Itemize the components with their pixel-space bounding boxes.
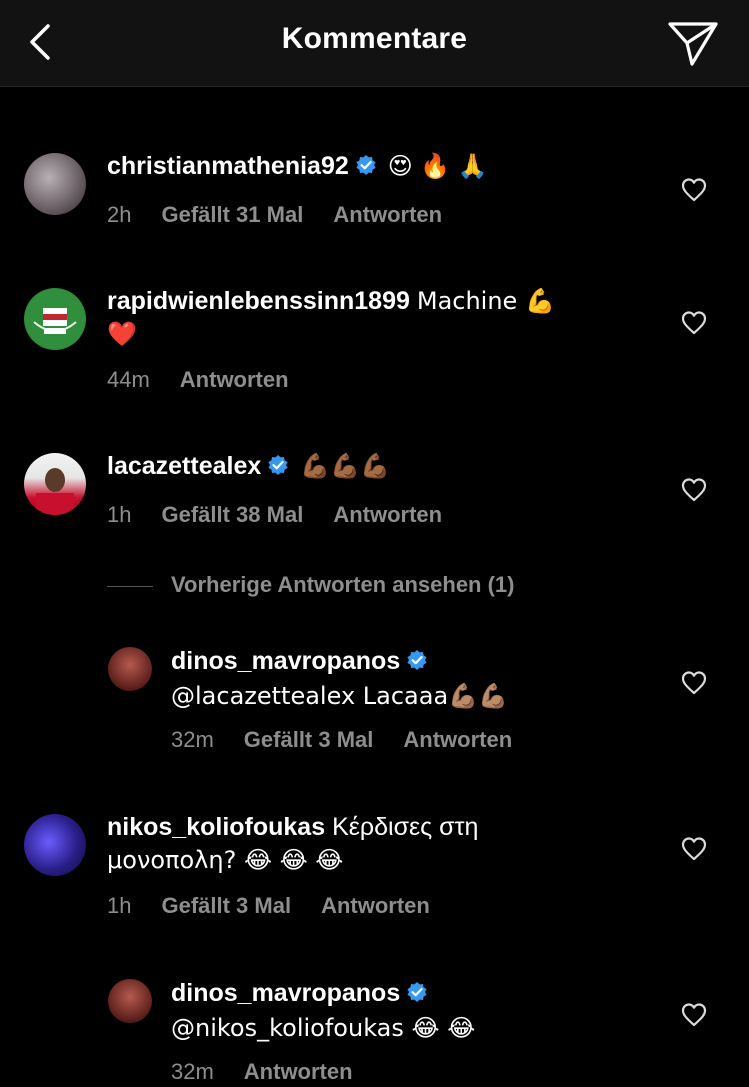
heart-icon[interactable]: [680, 476, 708, 504]
comment-username[interactable]: rapidwienlebenssinn1899: [107, 287, 410, 315]
comment-item: christianmathenia92 😍 🔥 🙏 2h Gefällt 31 M…: [0, 150, 749, 240]
comment-meta: 2h Gefällt 31 Mal Antworten: [107, 202, 472, 228]
avatar[interactable]: [108, 979, 152, 1023]
likes-count-link[interactable]: Gefällt 3 Mal: [161, 893, 291, 918]
comment-text: @nikos_koliofoukas 😂 😂: [171, 1014, 476, 1042]
comment-time: 44m: [107, 367, 150, 392]
verified-badge-icon: [406, 979, 428, 1012]
comment-time: 32m: [171, 1059, 214, 1084]
person-photo-icon: [36, 468, 74, 515]
header-bar: Kommentare: [0, 0, 749, 87]
reply-link[interactable]: Antworten: [333, 202, 442, 227]
likes-count-link[interactable]: Gefällt 38 Mal: [161, 502, 303, 527]
reply-item: dinos_mavropanos @lacazettealex Lacaaa💪🏽…: [0, 645, 749, 755]
heart-icon[interactable]: [680, 309, 708, 337]
reply-link[interactable]: Antworten: [321, 893, 430, 918]
comment-text: @lacazettealex Lacaaa💪🏽💪🏽: [171, 682, 508, 710]
comment-time: 2h: [107, 202, 132, 227]
comment-item: lacazettealex 💪🏾💪🏾💪🏾 1h Gefällt 38 Mal Ant…: [0, 450, 749, 540]
reply-link[interactable]: Antworten: [180, 367, 289, 392]
comment-text: Κέρδισες στη: [332, 813, 479, 841]
view-replies-label: Vorherige Antworten ansehen (1): [171, 572, 515, 597]
avatar[interactable]: [24, 814, 86, 876]
heart-icon[interactable]: [680, 176, 708, 204]
view-previous-replies-link[interactable]: Vorherige Antworten ansehen (1): [107, 572, 515, 598]
likes-count-link[interactable]: Gefällt 31 Mal: [161, 202, 303, 227]
divider: [107, 585, 153, 587]
comment-text: 💪🏾💪🏾💪🏾: [300, 452, 390, 480]
comment-text-line2: μονοπολη? 😂 😂 😂: [107, 846, 344, 874]
heart-icon[interactable]: [680, 835, 708, 863]
avatar[interactable]: [108, 647, 152, 691]
verified-badge-icon: [267, 452, 289, 485]
reply-link[interactable]: Antworten: [403, 727, 512, 752]
comment-item: nikos_koliofoukas Κέρδισες στη μονοπολη?…: [0, 811, 749, 921]
comment-meta: 32m Gefällt 3 Mal Antworten: [171, 727, 542, 753]
verified-badge-icon: [406, 647, 428, 680]
comment-text: 😍 🔥 🙏: [387, 152, 488, 180]
heart-icon[interactable]: [680, 1001, 708, 1029]
reply-link[interactable]: Antworten: [244, 1059, 353, 1084]
comment-username[interactable]: nikos_koliofoukas: [107, 813, 325, 841]
avatar[interactable]: [24, 288, 86, 350]
comment-meta: 32m Antworten: [171, 1059, 383, 1085]
comment-item: rapidwienlebenssinn1899 Machine 💪 ❤️ 44m…: [0, 285, 749, 395]
comment-meta: 1h Gefällt 3 Mal Antworten: [107, 893, 460, 919]
heart-icon[interactable]: [680, 669, 708, 697]
avatar[interactable]: [24, 453, 86, 515]
likes-count-link[interactable]: Gefällt 3 Mal: [244, 727, 374, 752]
comment-text-line2: ❤️: [107, 320, 137, 348]
page-title: Kommentare: [281, 22, 468, 55]
verified-badge-icon: [355, 152, 377, 185]
club-logo-icon: [25, 289, 85, 349]
avatar[interactable]: [24, 153, 86, 215]
comment-time: 32m: [171, 727, 214, 752]
comment-meta: 1h Gefällt 38 Mal Antworten: [107, 502, 472, 528]
comment-time: 1h: [107, 502, 132, 527]
share-button[interactable]: [666, 18, 720, 68]
comment-username[interactable]: dinos_mavropanos: [171, 979, 400, 1007]
comment-username[interactable]: christianmathenia92: [107, 152, 349, 180]
reply-link[interactable]: Antworten: [333, 502, 442, 527]
reply-item: dinos_mavropanos @nikos_koliofoukas 😂 😂 …: [0, 977, 749, 1087]
paper-plane-icon: [668, 22, 718, 66]
comment-username[interactable]: dinos_mavropanos: [171, 647, 400, 675]
comment-text: Machine 💪: [416, 287, 555, 315]
comment-time: 1h: [107, 893, 132, 918]
comment-username[interactable]: lacazettealex: [107, 452, 261, 480]
comment-meta: 44m Antworten: [107, 367, 319, 393]
